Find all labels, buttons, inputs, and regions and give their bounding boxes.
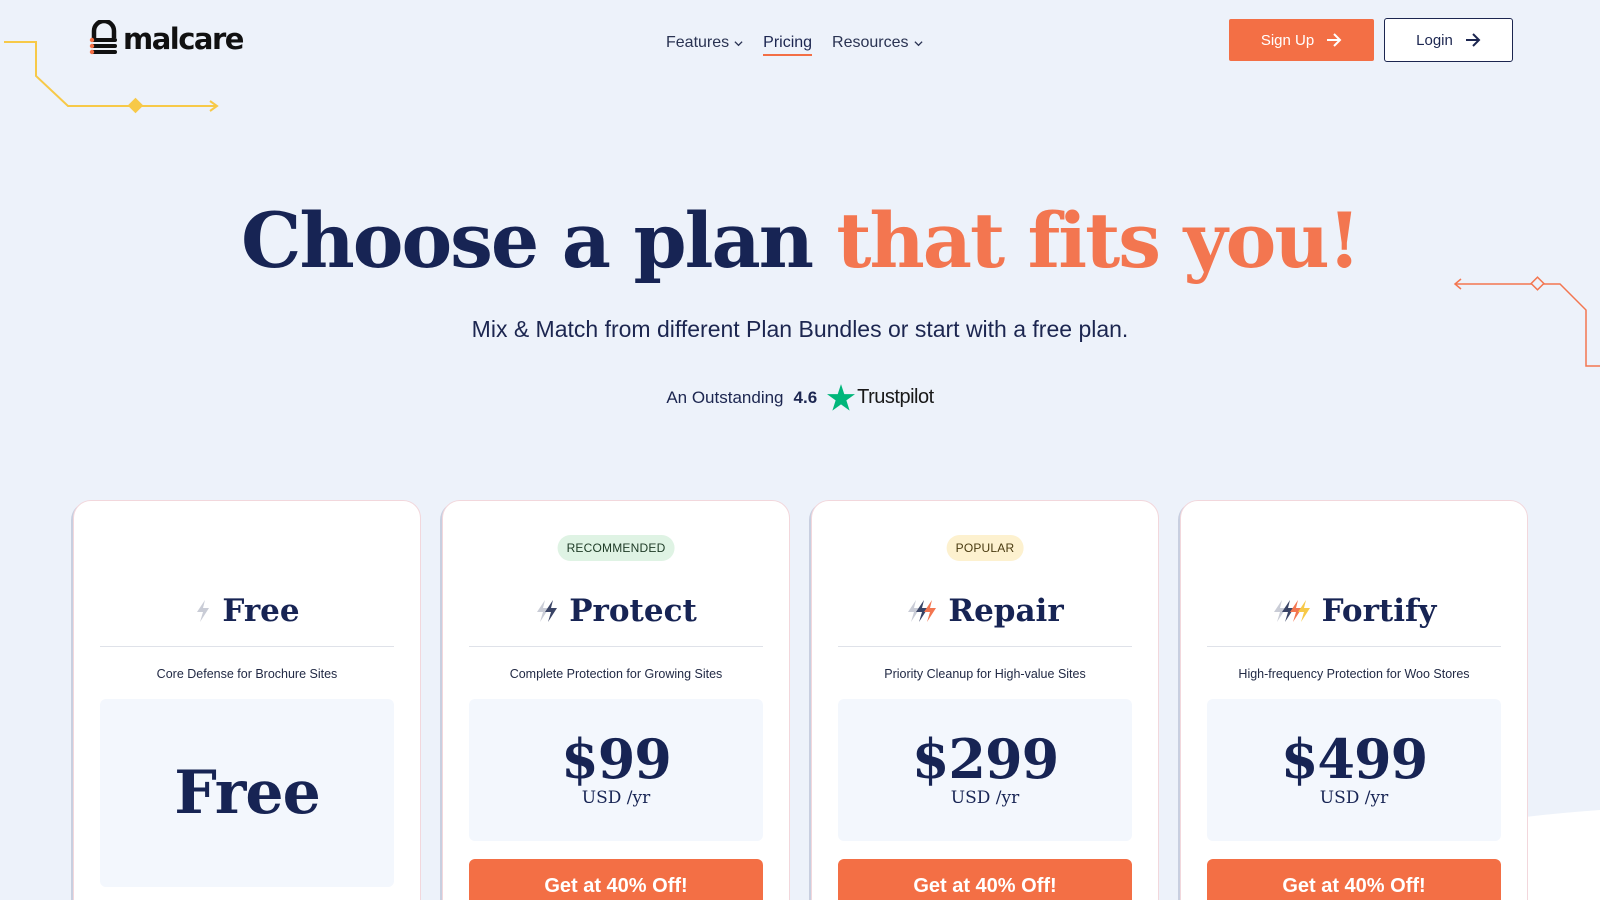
plan-card-fortify: Fortify High-frequency Protection for Wo…: [1180, 500, 1528, 900]
get-discount-button[interactable]: Get at 40% Off!: [469, 859, 763, 900]
trustpilot-name: Trustpilot: [857, 386, 934, 408]
nav-features[interactable]: Features: [666, 34, 743, 52]
plan-period: USD /yr: [581, 788, 651, 808]
bolt-icon: [1273, 600, 1310, 622]
plan-price: $499: [1280, 727, 1428, 791]
price-box: $299 USD /yr: [838, 699, 1132, 841]
arrow-right-icon: [1465, 33, 1481, 47]
trustpilot-star-icon: [827, 384, 856, 411]
logo-text: malcare: [123, 22, 244, 56]
nav-pricing-label: Pricing: [763, 34, 813, 51]
bolt-icon: [197, 600, 210, 622]
nav-resources[interactable]: Resources: [832, 34, 923, 52]
plan-price: Free: [174, 758, 321, 828]
plan-period: USD /yr: [950, 788, 1020, 808]
get-discount-button[interactable]: Get at 40% Off!: [1207, 859, 1501, 900]
nav-resources-label: Resources: [832, 34, 909, 51]
rating-score: 4.6: [793, 387, 818, 407]
plan-price: $299: [911, 727, 1059, 791]
plan-name: Protect: [569, 593, 697, 629]
rating-prefix: An Outstanding: [666, 387, 784, 407]
trustpilot-rating[interactable]: An Outstanding 4.6 Trustpilot: [0, 384, 1600, 411]
divider: [100, 646, 394, 647]
plan-tagline: High-frequency Protection for Woo Stores: [1238, 667, 1470, 681]
nav-pricing[interactable]: Pricing: [763, 34, 813, 56]
chevron-down-icon: [734, 40, 743, 46]
plan-card-repair: POPULAR Repair Priority Cleanup for High…: [811, 500, 1159, 900]
plan-title: Protect: [443, 593, 789, 629]
nav-features-label: Features: [666, 34, 730, 51]
plan-name: Fortify: [1321, 593, 1437, 629]
plan-card-free: Free Core Defense for Brochure Sites Fre…: [73, 500, 421, 900]
plan-title: Fortify: [1181, 593, 1527, 629]
title-main: Choose a plan: [241, 196, 837, 285]
main-nav: Features Pricing Resources: [666, 30, 923, 56]
page-title: Choose a plan that fits you!: [0, 196, 1600, 285]
price-box: $499 USD /yr: [1207, 699, 1501, 841]
login-button[interactable]: Login: [1384, 18, 1513, 62]
lock-logo-icon: [89, 20, 117, 55]
title-accent: that fits you!: [836, 196, 1361, 285]
bolt-icon: [908, 600, 937, 622]
signup-label: Sign Up: [1260, 31, 1315, 49]
price-box: $99 USD /yr: [469, 699, 763, 841]
plan-tagline: Core Defense for Brochure Sites: [156, 667, 338, 681]
plan-price: $99: [561, 727, 672, 791]
get-discount-button[interactable]: Get at 40% Off!: [838, 859, 1132, 900]
signup-button[interactable]: Sign Up: [1229, 19, 1374, 61]
plan-card-protect: RECOMMENDED Protect Complete Protection …: [442, 500, 790, 900]
plan-title: Repair: [812, 593, 1158, 629]
plan-tagline: Complete Protection for Growing Sites: [509, 667, 723, 681]
plan-name: Free: [222, 593, 300, 629]
plan-period: USD /yr: [1319, 788, 1389, 808]
plan-tagline: Priority Cleanup for High-value Sites: [884, 667, 1086, 681]
price-box: Free: [100, 699, 394, 887]
logo[interactable]: malcare: [88, 20, 244, 58]
divider: [838, 646, 1132, 647]
popular-badge: POPULAR: [946, 535, 1024, 561]
divider: [469, 646, 763, 647]
login-label: Login: [1416, 31, 1453, 49]
arrow-right-icon: [1327, 33, 1342, 47]
page-subtitle: Mix & Match from different Plan Bundles …: [471, 316, 1129, 342]
plan-title: Free: [74, 593, 420, 629]
plan-name: Repair: [948, 593, 1064, 629]
bolt-icon: [537, 600, 558, 622]
chevron-down-icon: [913, 40, 923, 46]
divider: [1207, 646, 1501, 647]
trustpilot-logo: Trustpilot: [827, 384, 934, 411]
recommended-badge: RECOMMENDED: [557, 535, 675, 561]
